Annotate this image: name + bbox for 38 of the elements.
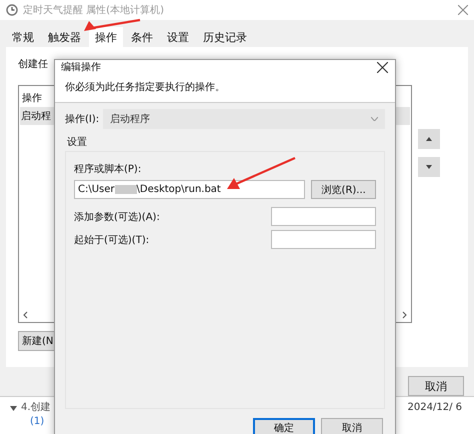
dialog-button[interactable]: 取消: [321, 418, 383, 434]
date-text: 2024/12/ 6: [408, 401, 462, 415]
group-title: 设置: [66, 136, 88, 150]
browse-button[interactable]: 浏览(R)...: [311, 180, 376, 199]
tab[interactable]: 设置: [161, 27, 195, 48]
field-label: 操作(I):: [65, 113, 100, 126]
start-in-input-field[interactable]: [271, 230, 376, 249]
annotation-arrow: [84, 18, 140, 31]
window-title: 定时天气提醒 属性(本地计算机): [23, 4, 164, 18]
triangle-up-icon: [426, 137, 432, 142]
chevron-down-icon: [371, 117, 378, 121]
annotation-arrow: [227, 157, 296, 189]
dialog-button[interactable]: 确定: [253, 418, 315, 434]
clock-icon: [6, 4, 18, 16]
intro-text: 创建任: [18, 58, 48, 72]
column-header: 操作: [22, 92, 42, 106]
tab[interactable]: 操作: [89, 27, 123, 48]
dialog-title: 编辑操作: [61, 60, 101, 74]
triangle-down-icon: [426, 165, 432, 170]
program-input-field[interactable]: C:\User \Desktop\run.bat: [74, 180, 306, 199]
field-label: 程序或脚本(P):: [74, 162, 142, 176]
scroll-right-icon[interactable]: [401, 311, 407, 320]
tab[interactable]: 触发器: [42, 27, 87, 48]
instruction-text: 你必须为此任务指定要执行的操作。: [65, 82, 225, 93]
arguments-input-field[interactable]: [271, 207, 376, 226]
collapse-icon[interactable]: [10, 406, 17, 410]
tab[interactable]: 历史记录: [197, 27, 253, 48]
cancel-button[interactable]: 取消: [408, 376, 464, 396]
move-up-button[interactable]: [418, 129, 440, 150]
tab[interactable]: 常规: [6, 27, 40, 48]
link[interactable]: (1): [10, 415, 44, 429]
close-icon[interactable]: [377, 62, 388, 72]
field-label: 添加参数(可选)(A):: [74, 210, 160, 224]
section-heading: 4.创建: [21, 401, 51, 415]
move-down-button[interactable]: [418, 157, 440, 178]
field-label: 起始于(可选)(T):: [74, 234, 150, 246]
scroll-left-icon[interactable]: [23, 311, 29, 320]
tab[interactable]: 条件: [125, 27, 159, 48]
